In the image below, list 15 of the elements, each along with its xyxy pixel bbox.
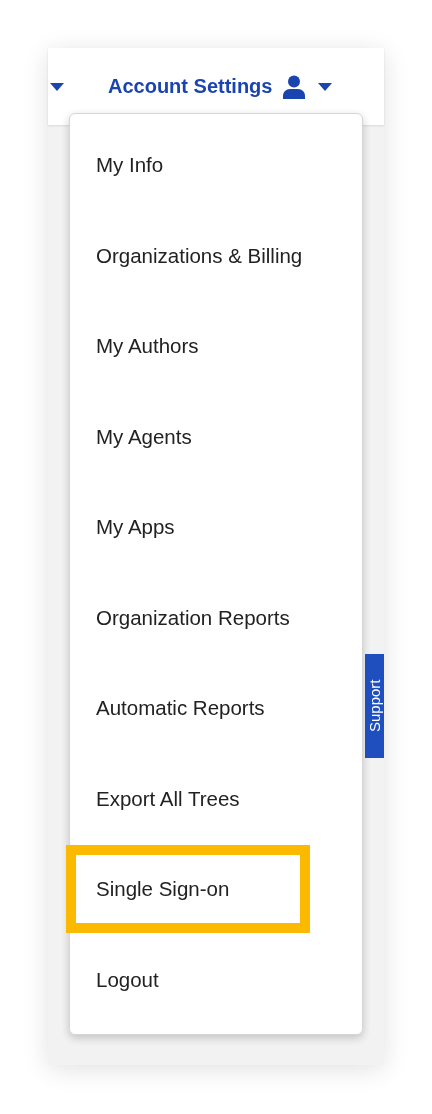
caret-icon[interactable]	[50, 82, 64, 91]
menu-item[interactable]: My Apps	[70, 482, 362, 573]
menu-item[interactable]: Organization Reports	[70, 572, 362, 663]
menu-item[interactable]: Single Sign-on	[66, 845, 310, 934]
user-icon[interactable]	[282, 74, 307, 99]
account-settings-link[interactable]: Account Settings	[108, 75, 273, 98]
caret-icon[interactable]	[318, 82, 333, 91]
menu-item[interactable]: Export All Trees	[70, 753, 362, 844]
menu-item[interactable]: My Info	[70, 120, 362, 211]
menu-item[interactable]: Automatic Reports	[70, 663, 362, 754]
support-tab[interactable]: Support	[365, 654, 384, 758]
menu-item[interactable]: Logout	[70, 934, 362, 1025]
menu-item[interactable]: My Authors	[70, 301, 362, 392]
menu-item[interactable]: Organizations & Billing	[70, 210, 362, 301]
menu-item[interactable]: My Agents	[70, 391, 362, 482]
